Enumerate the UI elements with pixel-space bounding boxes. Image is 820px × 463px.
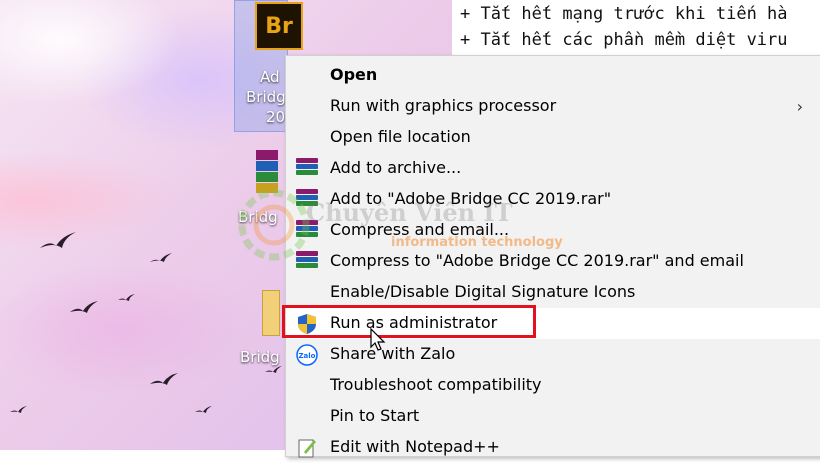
context-menu: Open Run with graphics processor › Open … xyxy=(285,55,820,458)
desktop-icon-label: Bridg xyxy=(238,208,278,226)
menu-item-add-to-archive[interactable]: Add to archive... xyxy=(286,153,820,184)
menu-item-label: Pin to Start xyxy=(330,406,420,425)
winrar-icon xyxy=(296,220,318,242)
menu-item-pin-to-start[interactable]: Pin to Start xyxy=(286,401,820,432)
folder-icon[interactable] xyxy=(262,290,280,336)
menu-item-label: Share with Zalo xyxy=(330,344,456,363)
menu-item-label: Add to archive... xyxy=(330,158,462,177)
menu-item-label: Compress to "Adobe Bridge CC 2019.rar" a… xyxy=(330,251,744,270)
highlight-box xyxy=(282,305,536,338)
menu-item-open[interactable]: Open xyxy=(286,60,820,91)
menu-item-label: Enable/Disable Digital Signature Icons xyxy=(330,282,636,301)
svg-text:Zalo: Zalo xyxy=(298,352,315,360)
menu-item-label: Compress and email... xyxy=(330,220,510,239)
desktop-icon-label: Bridg xyxy=(240,348,280,366)
menu-item-compress-and-email[interactable]: Compress and email... xyxy=(286,215,820,246)
menu-item-label: Edit with Notepad++ xyxy=(330,437,500,456)
winrar-archive-icon[interactable] xyxy=(256,150,278,194)
menu-item-open-file-location[interactable]: Open file location xyxy=(286,122,820,153)
tutorial-line-2: + Tắt hết các phần mềm diệt viru xyxy=(460,30,788,50)
menu-item-edit-with-notepad[interactable]: Edit with Notepad++ xyxy=(286,432,820,463)
notepad-plus-plus-icon xyxy=(296,437,318,459)
adobe-bridge-icon[interactable]: Br xyxy=(255,2,303,50)
menu-item-label: Add to "Adobe Bridge CC 2019.rar" xyxy=(330,189,612,208)
menu-item-label: Open xyxy=(330,65,378,84)
desktop-icon-label: Ad xyxy=(260,68,280,86)
desktop-icon-label: 20 xyxy=(266,108,286,126)
menu-item-share-with-zalo[interactable]: Zalo Share with Zalo xyxy=(286,339,820,370)
menu-item-add-to-rar[interactable]: Add to "Adobe Bridge CC 2019.rar" xyxy=(286,184,820,215)
zalo-icon: Zalo xyxy=(296,344,318,366)
menu-item-troubleshoot-compatibility[interactable]: Troubleshoot compatibility xyxy=(286,370,820,401)
tutorial-line-1: + Tắt hết mạng trước khi tiến hà xyxy=(460,4,788,24)
menu-item-compress-to-rar-and-email[interactable]: Compress to "Adobe Bridge CC 2019.rar" a… xyxy=(286,246,820,277)
winrar-icon xyxy=(296,189,318,211)
chevron-right-icon: › xyxy=(796,97,803,116)
menu-item-digital-signature-icons[interactable]: Enable/Disable Digital Signature Icons xyxy=(286,277,820,308)
mouse-cursor-icon xyxy=(370,327,386,356)
menu-item-label: Run with graphics processor xyxy=(330,96,557,115)
winrar-icon xyxy=(296,158,318,180)
menu-item-label: Open file location xyxy=(330,127,471,146)
menu-item-run-with-gpu[interactable]: Run with graphics processor › xyxy=(286,91,820,122)
winrar-icon xyxy=(296,251,318,273)
menu-item-label: Troubleshoot compatibility xyxy=(330,375,542,394)
